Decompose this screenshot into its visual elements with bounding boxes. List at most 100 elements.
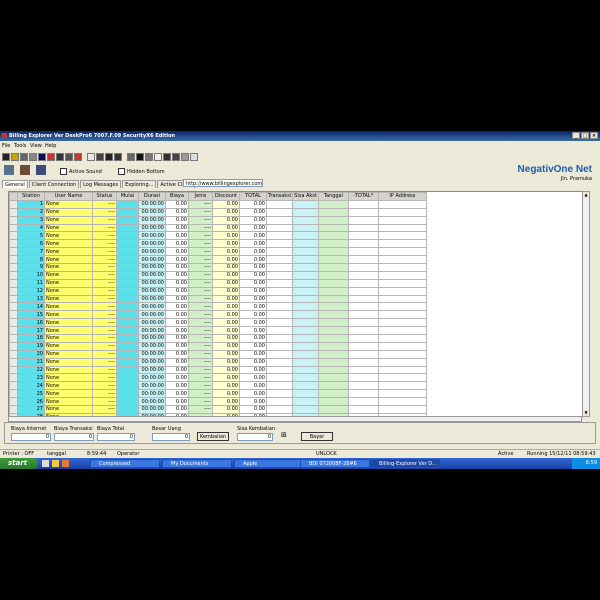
task-billing-explorer[interactable]: Billing-Explorer Ver D... [370,459,440,468]
table-row[interactable]: 26 None ---- 00:00:00 0.00 ---- 0.00 0.00 [9,397,427,407]
report-icon[interactable] [96,153,104,161]
table-row[interactable]: 19 None ---- 00:00:00 0.00 ---- 0.00 0.00 [9,341,427,351]
active-sound-checkbox[interactable]: Active Sound [60,168,102,175]
disk-icon[interactable] [145,153,153,161]
grid-icon[interactable] [181,153,189,161]
column-header[interactable]: IP Address [377,192,427,201]
menu-view[interactable]: View [30,143,42,149]
column-header[interactable]: Sisa Akst [292,192,319,201]
table-row[interactable]: 2 None ---- 00:00:00 0.00 ---- 0.00 0.00 [9,207,427,217]
menu-file[interactable]: File [2,143,10,149]
biaya-internet-field[interactable]: 0 [11,433,51,441]
monitor-icon[interactable] [47,153,55,161]
table-row[interactable]: 27 None ---- 00:00:00 0.00 ---- 0.00 0.00 [9,405,427,414]
kembalian-button[interactable]: Kembalian [197,432,229,441]
start-button[interactable]: start [0,458,38,469]
chat-icon[interactable] [87,153,95,161]
biaya-total-field[interactable]: 0 [97,433,135,441]
printer-icon[interactable] [136,153,144,161]
computer-icon[interactable] [114,153,122,161]
table-row[interactable]: 15 None ---- 00:00:00 0.00 ---- 0.00 0.00 [9,310,427,320]
reset-icon[interactable] [56,153,64,161]
column-header[interactable]: -TOTAL* [347,192,379,201]
table-row[interactable]: 10 None ---- 00:00:00 0.00 ---- 0.00 0.00 [9,270,427,280]
column-header[interactable]: Station [17,192,45,201]
lock-icon[interactable] [38,153,46,161]
table-row[interactable]: 16 None ---- 00:00:00 0.00 ---- 0.00 0.00 [9,318,427,328]
user-icon[interactable] [11,153,19,161]
table-row[interactable]: 22 None ---- 00:00:00 0.00 ---- 0.00 0.00 [9,365,427,375]
table-row[interactable]: 1 None ---- 00:00:00 0.00 ---- 0.00 0.00 [9,199,427,209]
clock-icon[interactable] [105,153,113,161]
tab-client-connection[interactable]: Client Connection [28,180,80,188]
computer-icon[interactable] [4,165,14,175]
settings-icon[interactable] [20,153,28,161]
table-row[interactable]: 6 None ---- 00:00:00 0.00 ---- 0.00 0.00 [9,239,427,249]
network-icon[interactable] [20,165,30,175]
table-row[interactable]: 21 None ---- 00:00:00 0.00 ---- 0.00 0.00 [9,357,427,367]
table-row[interactable]: 23 None ---- 00:00:00 0.00 ---- 0.00 0.00 [9,373,427,383]
column-header[interactable]: Mulai [116,192,139,201]
maximize-button[interactable]: □ [581,132,589,139]
task-bdi[interactable]: BDI 072008F-28#6 [300,459,370,468]
print-icon[interactable] [65,153,73,161]
note-icon[interactable] [154,153,162,161]
url-field[interactable]: http://www.billingexplorer.com [183,179,263,187]
color-icon[interactable] [172,153,180,161]
system-tray-clock[interactable]: 8:59 [572,458,600,469]
table-row[interactable]: 5 None ---- 00:00:00 0.00 ---- 0.00 0.00 [9,231,427,241]
column-header[interactable]: Biaya [165,192,189,201]
folder-icon[interactable] [52,460,59,467]
table-row[interactable]: 17 None ---- 00:00:00 0.00 ---- 0.00 0.00 [9,326,427,336]
column-header[interactable]: TOTAL [239,192,267,201]
table-row[interactable]: 9 None ---- 00:00:00 0.00 ---- 0.00 0.00 [9,263,427,272]
camera-icon[interactable] [127,153,135,161]
tab-exploring[interactable]: Exploring... [122,180,157,188]
vertical-scrollbar[interactable]: ▲ ▼ [582,191,590,417]
table-row[interactable]: 25 None ---- 00:00:00 0.00 ---- 0.00 0.00 [9,389,427,399]
table-row[interactable]: 11 None ---- 00:00:00 0.00 ---- 0.00 0.00 [9,278,427,288]
table-row[interactable]: 13 None ---- 00:00:00 0.00 ---- 0.00 0.00 [9,294,427,304]
logout-icon[interactable] [2,153,10,161]
scroll-down-icon[interactable]: ▼ [583,410,589,416]
cash-icon[interactable] [74,153,82,161]
column-header[interactable] [9,192,18,201]
table-row[interactable]: 20 None ---- 00:00:00 0.00 ---- 0.00 0.00 [9,349,427,359]
task-compressed[interactable]: Compressed [90,459,160,468]
hidden-bottom-checkbox[interactable]: Hidden Bottom [118,168,165,175]
scroll-up-icon[interactable]: ▲ [583,192,589,198]
tab-log-messages[interactable]: Log Messages [80,180,122,188]
column-header[interactable]: Tanggal [317,192,349,201]
task-my-documents[interactable]: My Documents [162,459,232,468]
table-row[interactable]: 24 None ---- 00:00:00 0.00 ---- 0.00 0.00 [9,381,427,391]
table-row[interactable]: 8 None ---- 00:00:00 0.00 ---- 0.00 0.00 [9,255,427,265]
close-button[interactable]: × [590,132,598,139]
minimize-button[interactable]: _ [572,132,580,139]
besar-uang-field[interactable]: 0 [152,433,190,441]
list-icon[interactable] [190,153,198,161]
table-row[interactable]: 18 None ---- 00:00:00 0.00 ---- 0.00 0.00 [9,334,427,343]
column-header[interactable]: Transaksi [265,192,294,201]
firefox-icon[interactable] [62,460,69,467]
column-header[interactable]: Jenis [188,192,213,201]
ie-icon[interactable] [42,460,49,467]
bayar-button[interactable]: Bayar [301,432,333,441]
sisa-kembalian-field[interactable]: 0 [237,433,273,441]
table-row[interactable]: 12 None ---- 00:00:00 0.00 ---- 0.00 0.00 [9,286,427,296]
menu-tools[interactable]: Tools [14,143,26,149]
tab-general[interactable]: General [2,180,28,188]
column-header[interactable]: Discount [212,192,240,201]
table-row[interactable]: 14 None ---- 00:00:00 0.00 ---- 0.00 0.00 [9,302,427,312]
column-header[interactable]: User Name [44,192,93,201]
table-row[interactable]: 4 None ---- 00:00:00 0.00 ---- 0.00 0.00 [9,223,427,233]
biaya-transaksi-field[interactable]: 0 [54,433,94,441]
column-header[interactable]: Durasi [138,192,166,201]
column-header[interactable]: Status [92,192,117,201]
table-row[interactable]: 3 None ---- 00:00:00 0.00 ---- 0.00 0.00 [9,215,427,225]
task-apple[interactable]: Apple [234,459,304,468]
table-row[interactable]: 7 None ---- 00:00:00 0.00 ---- 0.00 0.00 [9,247,427,257]
menu-help[interactable]: Help [45,143,56,149]
image-icon[interactable] [29,153,37,161]
users-icon[interactable] [36,165,46,175]
pencil-icon[interactable] [163,153,171,161]
